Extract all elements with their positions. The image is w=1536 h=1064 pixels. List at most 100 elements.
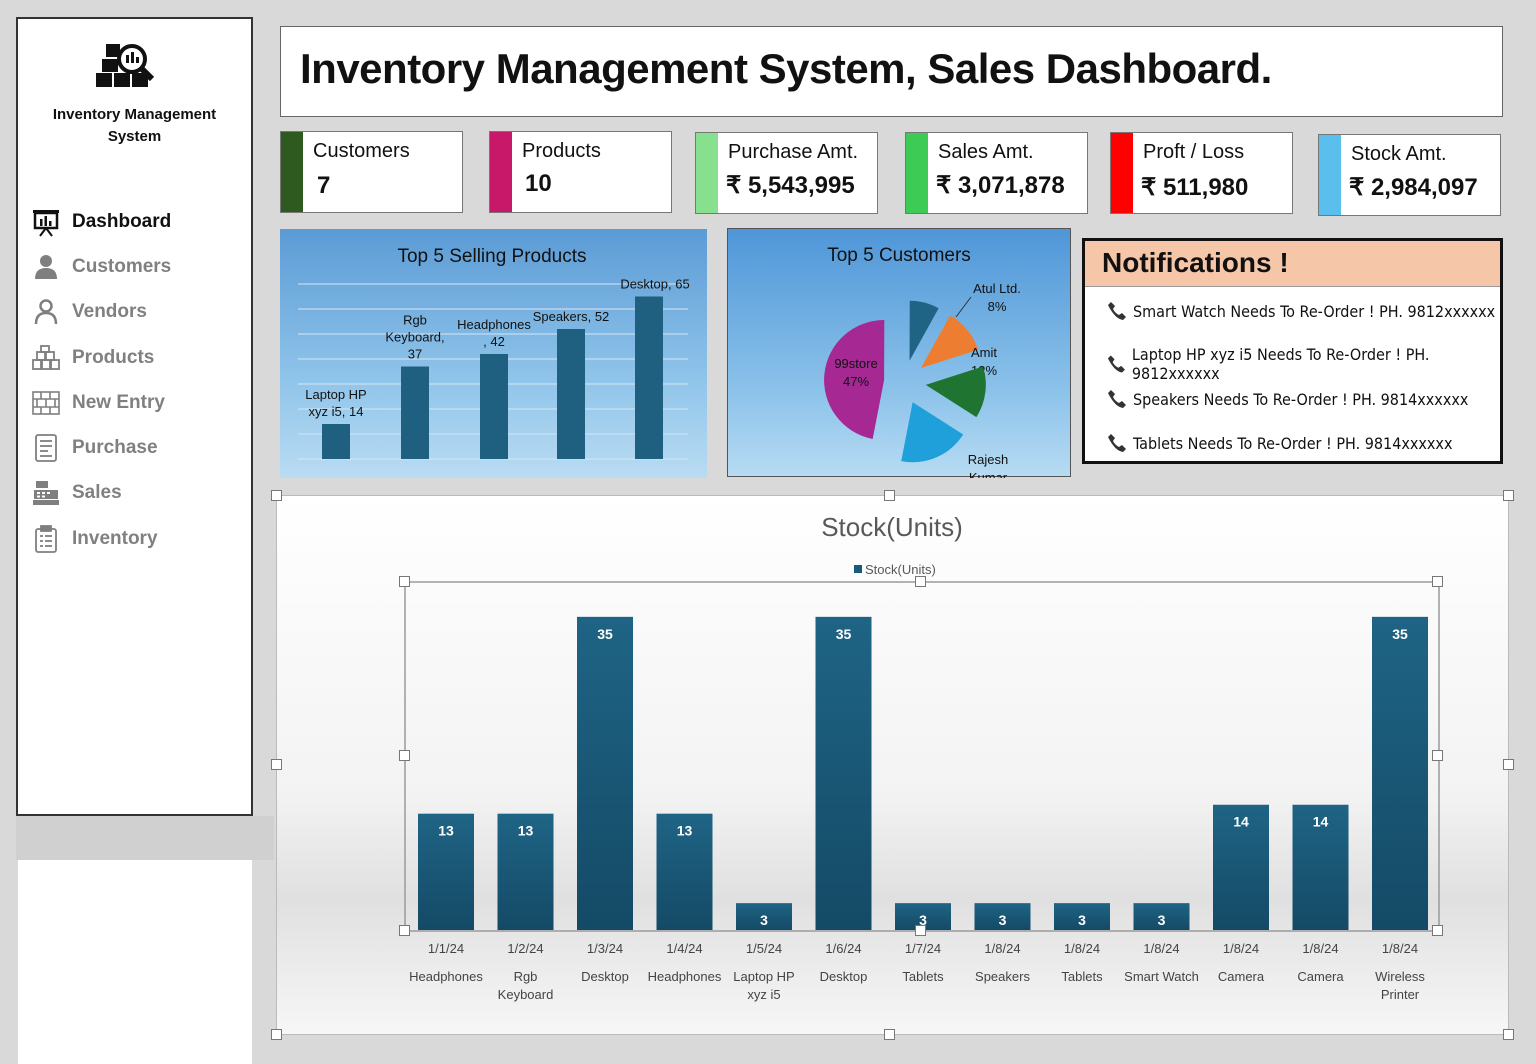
sidebar-footer-band [16, 816, 274, 860]
data-label: Keyboard, [385, 330, 444, 345]
plot-area-handle[interactable] [399, 576, 410, 587]
kpi-value: 10 [525, 170, 552, 197]
bar [1372, 616, 1428, 930]
bar [815, 616, 872, 930]
plot-area-handle[interactable] [915, 576, 926, 587]
resize-handle[interactable] [884, 490, 895, 501]
kpi-label: Customers [313, 140, 410, 162]
kpi-label: Purchase Amt. [728, 141, 859, 163]
resize-handle[interactable] [1503, 490, 1514, 501]
tick-label: Camera [1218, 969, 1265, 984]
kpi-customers: Customers 7 [280, 131, 463, 213]
resize-handle[interactable] [884, 1029, 895, 1040]
sidebar-item-customers[interactable]: Customers [30, 244, 250, 289]
top-selling-products-chart: Top 5 Selling Products Laptop HP xyz i5, 1… [280, 229, 707, 478]
data-label: Speakers, 52 [533, 309, 610, 324]
tick-label: 1/8/24 [1382, 941, 1418, 956]
notification-item[interactable]: Speakers Needs To Re-Order ! PH. 9814xxx… [1107, 389, 1468, 409]
tick-label: 1/5/24 [746, 941, 782, 956]
sidebar-item-purchase[interactable]: Purchase [30, 425, 250, 470]
tick-label: Tablets [902, 969, 944, 984]
bar [322, 424, 350, 459]
plot-area-handle[interactable] [399, 750, 410, 761]
plot-area-handle[interactable] [1432, 925, 1443, 936]
kpi-value: ₹ 3,071,878 [936, 172, 1065, 199]
tick-label: Smart Watch [1124, 969, 1199, 984]
tick-label: Desktop [820, 969, 868, 984]
sidebar-item-label: Customers [72, 255, 172, 277]
sidebar-item-label: Sales [72, 482, 122, 504]
sidebar-item-label: Dashboard [72, 210, 172, 232]
tick-label: 1/4/24 [666, 941, 702, 956]
tick-label: 1/8/24 [1064, 941, 1100, 956]
tick-label: 1/8/24 [984, 941, 1020, 956]
plot-area-handle[interactable] [1432, 750, 1443, 761]
data-label: Headphones [457, 317, 531, 332]
tick-label: 1/6/24 [825, 941, 861, 956]
brick-wall-icon [30, 388, 62, 418]
data-label: 3 [760, 912, 768, 928]
notifications-panel: Notifications ! Smart Watch Needs To Re-… [1082, 238, 1503, 464]
user-outline-icon [30, 297, 62, 327]
tick-label: 1/2/24 [507, 941, 543, 956]
bar [401, 366, 429, 459]
data-label: 37 [408, 347, 422, 362]
phone-icon [1108, 434, 1126, 452]
tick-label: Keyboard [498, 987, 554, 1002]
plot-area-handle[interactable] [399, 925, 410, 936]
kpi-color-bar [696, 133, 718, 213]
notification-text: Tablets Needs To Re-Order ! PH. 9814xxxx… [1133, 433, 1453, 453]
resize-handle[interactable] [271, 1029, 282, 1040]
stock-units-chart[interactable]: Stock(Units) Stock(Units) 13 1/1/24 Headphon… [276, 495, 1509, 1035]
sidebar-item-sales[interactable]: Sales [30, 471, 250, 516]
sidebar-item-dashboard[interactable]: Dashboard [30, 199, 250, 244]
data-label: 3 [1078, 912, 1086, 928]
tick-label: Tablets [1061, 969, 1103, 984]
notification-item[interactable]: Tablets Needs To Re-Order ! PH. 9814xxxx… [1107, 433, 1452, 453]
resize-handle[interactable] [271, 490, 282, 501]
data-label: 3 [999, 912, 1007, 928]
notification-text: Smart Watch Needs To Re-Order ! PH. 9812… [1133, 301, 1496, 321]
sidebar-item-vendors[interactable]: Vendors [30, 290, 250, 335]
sidebar-item-inventory[interactable]: Inventory [30, 516, 250, 561]
kpi-products: Products 10 [489, 131, 672, 213]
plot-area-handle[interactable] [915, 925, 926, 936]
phone-icon [1108, 390, 1126, 408]
data-label: Rajesh [968, 452, 1008, 467]
plot-area-handle[interactable] [1432, 576, 1443, 587]
tick-label: Laptop HP [733, 969, 794, 984]
resize-handle[interactable] [1503, 759, 1514, 770]
resize-handle[interactable] [1503, 1029, 1514, 1040]
tick-label: Camera [1297, 969, 1344, 984]
leader-line [955, 296, 972, 318]
kpi-value: ₹ 2,984,097 [1349, 174, 1478, 201]
page-header: Inventory Management System, Sales Dashb… [280, 26, 1503, 117]
kpi-color-bar [281, 132, 303, 212]
kpi-color-bar [490, 132, 512, 212]
kpi-color-bar [906, 133, 928, 213]
sidebar-item-products[interactable]: Products [30, 335, 250, 380]
kpi-label: Products [522, 140, 601, 162]
legend-label: Stock(Units) [865, 562, 936, 577]
top-products-svg: Top 5 Selling Products Laptop HP xyz i5, 1… [298, 246, 690, 460]
notification-item[interactable]: Laptop HP xyz i5 Needs To Re-Order ! PH.… [1107, 345, 1500, 383]
sidebar-item-new-entry[interactable]: New Entry [30, 380, 250, 425]
bar [635, 296, 663, 459]
kpi-stock-amt: Stock Amt. ₹ 2,984,097 [1318, 134, 1501, 216]
tick-label: Rgb [514, 969, 538, 984]
pie-slice [901, 402, 964, 463]
resize-handle[interactable] [271, 759, 282, 770]
tick-label: xyz i5 [747, 987, 780, 1002]
data-label: 8% [988, 299, 1007, 314]
notification-text: Laptop HP xyz i5 Needs To Re-Order ! PH.… [1131, 345, 1430, 383]
pie-slice [925, 366, 986, 418]
sidebar-item-label: New Entry [72, 391, 165, 413]
tick-label: 1/8/24 [1223, 941, 1259, 956]
sidebar: Inventory Management System Dashboard Cu… [16, 17, 253, 816]
top-customers-svg: Top 5 Customers 99store 47% Atul Ltd. 8% Amit… [817, 245, 1021, 527]
notification-item[interactable]: Smart Watch Needs To Re-Order ! PH. 9812… [1107, 301, 1495, 321]
data-label: 13 [438, 823, 454, 839]
bar [577, 616, 633, 930]
data-label: , 42 [483, 334, 505, 349]
data-label: Amit [971, 345, 997, 360]
